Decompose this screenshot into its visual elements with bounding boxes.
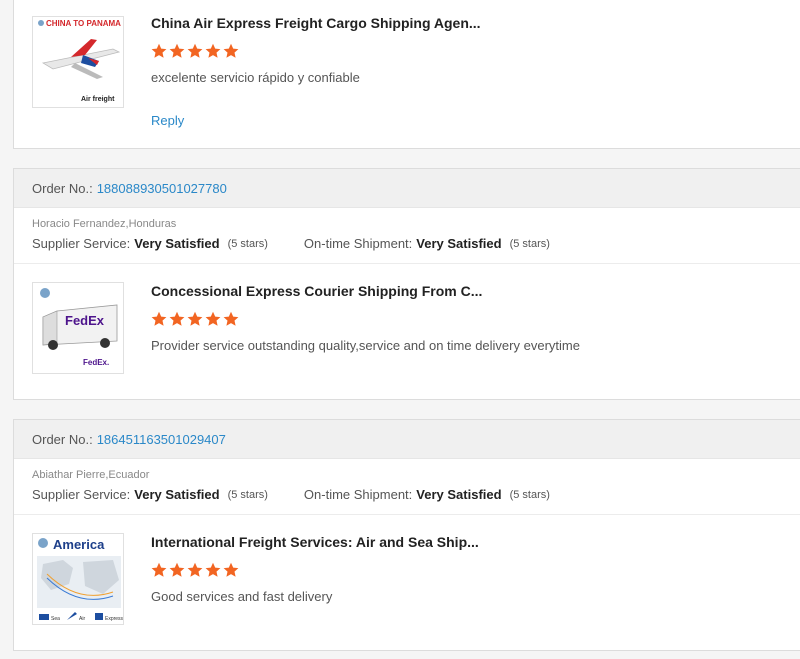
rating-stars xyxy=(151,311,239,327)
star-icon xyxy=(151,43,167,58)
legend-air: Air xyxy=(79,616,85,622)
review-card-2: Order No.: 188088930501027780 Horacio Fe… xyxy=(13,168,800,400)
star-icon xyxy=(187,562,203,577)
supplier-service-stars: (5 stars) xyxy=(227,237,268,250)
supplier-service-label: Supplier Service: xyxy=(32,236,131,251)
shipment-label: On-time Shipment: xyxy=(303,236,413,251)
shipment-value: Very Satisfied xyxy=(416,236,502,251)
legend-sea: Sea xyxy=(51,616,60,622)
star-icon xyxy=(151,311,167,326)
legend-express: Express xyxy=(105,616,124,622)
product-row: FedEx FedEx. Concessional Express Courie… xyxy=(14,264,800,392)
supplier-service-stars: (5 stars) xyxy=(227,488,268,501)
product-row: America Sea Air Express International Fr… xyxy=(14,515,800,643)
supplier-service-value: Very Satisfied xyxy=(134,236,220,251)
product-title-link[interactable]: International Freight Services: Air and … xyxy=(151,534,479,550)
fedex-truck-image: FedEx FedEx. xyxy=(33,283,123,373)
product-title-link[interactable]: Concessional Express Courier Shipping Fr… xyxy=(151,283,482,299)
product-thumbnail[interactable]: America Sea Air Express xyxy=(32,533,124,625)
buyer-name: Abiathar Pierre,Ecuador xyxy=(32,469,150,481)
product-title-link[interactable]: China Air Express Freight Cargo Shipping… xyxy=(151,15,481,31)
star-icon xyxy=(205,43,221,58)
star-icon xyxy=(169,311,185,326)
product-thumbnail[interactable]: FedEx FedEx. xyxy=(32,282,124,374)
rating-stars xyxy=(151,43,239,59)
shipment-stars: (5 stars) xyxy=(509,488,550,501)
star-icon xyxy=(151,562,167,577)
order-number-link[interactable]: 186451163501029407 xyxy=(97,432,226,447)
review-card-3: Order No.: 186451163501029407 Abiathar P… xyxy=(13,419,800,651)
star-icon xyxy=(223,43,239,58)
fedex-small-logo: FedEx. xyxy=(83,358,109,367)
star-icon xyxy=(223,311,239,326)
rating-summary: Supplier Service: Very Satisfied (5 star… xyxy=(32,236,794,251)
thumb-top-text: CHINA TO PANAMA xyxy=(46,19,121,28)
star-icon xyxy=(187,311,203,326)
star-icon xyxy=(205,562,221,577)
review-card-1: CHINA TO PANAMA Air freight China Air Ex… xyxy=(13,0,800,149)
order-number-link[interactable]: 188088930501027780 xyxy=(97,181,227,196)
star-icon xyxy=(223,562,239,577)
thumb-bottom-text: Air freight xyxy=(81,96,115,103)
order-label: Order No.: xyxy=(32,431,93,447)
buyer-info: Horacio Fernandez,Honduras Supplier Serv… xyxy=(14,208,800,264)
supplier-service-value: Very Satisfied xyxy=(134,487,220,502)
star-icon xyxy=(169,43,185,58)
buyer-info: Abiathar Pierre,Ecuador Supplier Service… xyxy=(14,459,800,515)
airplane-image: CHINA TO PANAMA Air freight xyxy=(33,17,123,107)
order-label: Order No.: xyxy=(32,180,93,196)
rating-stars xyxy=(151,562,239,578)
rating-summary: Supplier Service: Very Satisfied (5 star… xyxy=(32,487,794,502)
star-icon xyxy=(205,311,221,326)
shipment-label: On-time Shipment: xyxy=(303,487,413,502)
review-comment: excelente servicio rápido y confiable xyxy=(151,70,360,85)
thumb-top-text: America xyxy=(53,537,105,552)
product-row: CHINA TO PANAMA Air freight China Air Ex… xyxy=(14,0,800,148)
star-icon xyxy=(169,562,185,577)
order-header: Order No.: 186451163501029407 xyxy=(14,420,800,459)
reply-link[interactable]: Reply xyxy=(151,113,184,128)
review-comment: Good services and fast delivery xyxy=(151,589,333,604)
shipment-stars: (5 stars) xyxy=(509,237,550,250)
order-header: Order No.: 188088930501027780 xyxy=(14,169,800,208)
fedex-logo: FedEx xyxy=(65,313,105,328)
supplier-service-label: Supplier Service: xyxy=(32,487,131,502)
review-comment: Provider service outstanding quality,ser… xyxy=(151,338,580,353)
star-icon xyxy=(187,43,203,58)
buyer-name: Horacio Fernandez,Honduras xyxy=(32,218,177,230)
product-thumbnail[interactable]: CHINA TO PANAMA Air freight xyxy=(32,16,124,108)
shipment-value: Very Satisfied xyxy=(416,487,502,502)
shipping-map-image: America Sea Air Express xyxy=(33,534,124,624)
